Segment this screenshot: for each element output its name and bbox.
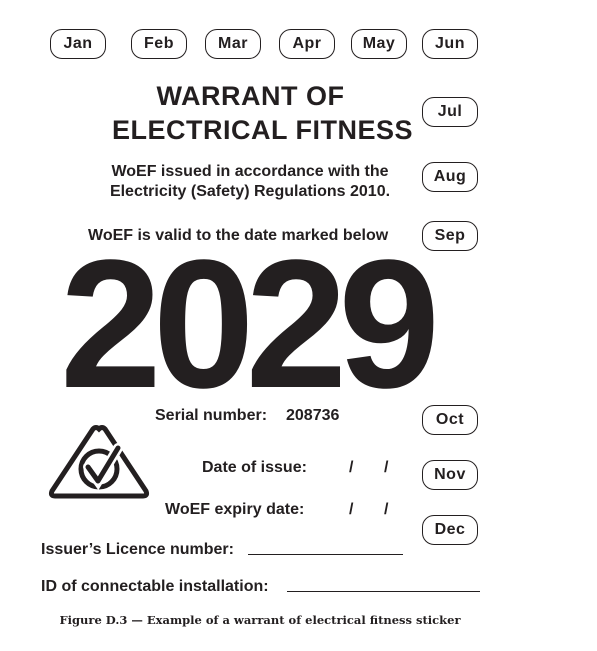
month-feb: Feb: [131, 29, 187, 59]
expiry-date-slash-1: /: [349, 501, 354, 518]
regulation-line-2: Electricity (Safety) Regulations 2010.: [109, 183, 391, 200]
year-number: 2029: [60, 221, 440, 426]
month-dec: Dec: [422, 515, 478, 545]
month-mar: Mar: [205, 29, 261, 59]
installation-id-label: ID of connectable installation:: [41, 578, 269, 595]
month-jan: Jan: [50, 29, 106, 59]
rcm-compliance-mark-icon: [46, 423, 152, 501]
date-of-issue-slash-1: /: [349, 459, 354, 476]
serial-label: Serial number:: [155, 407, 268, 424]
month-nov: Nov: [422, 460, 478, 490]
licence-number-label: Issuer’s Licence number:: [41, 541, 234, 558]
expiry-date-slash-2: /: [384, 501, 389, 518]
expiry-date-label: WoEF expiry date:: [165, 501, 305, 518]
month-jun: Jun: [422, 29, 478, 59]
licence-number-line: [248, 554, 403, 555]
serial-value: 208736: [286, 407, 340, 424]
regulation-line-1: WoEF issued in accordance with the: [111, 163, 389, 180]
month-may: May: [351, 29, 407, 59]
title-line-1: WARRANT OF: [156, 81, 345, 111]
title-line-2: ELECTRICAL FITNESS: [111, 115, 414, 145]
month-aug: Aug: [422, 162, 478, 192]
figure-caption: Figure D.3 — Example of a warrant of ele…: [59, 613, 461, 627]
installation-id-line: [287, 591, 480, 592]
date-of-issue-label: Date of issue:: [202, 459, 307, 476]
month-apr: Apr: [279, 29, 335, 59]
date-of-issue-slash-2: /: [384, 459, 389, 476]
